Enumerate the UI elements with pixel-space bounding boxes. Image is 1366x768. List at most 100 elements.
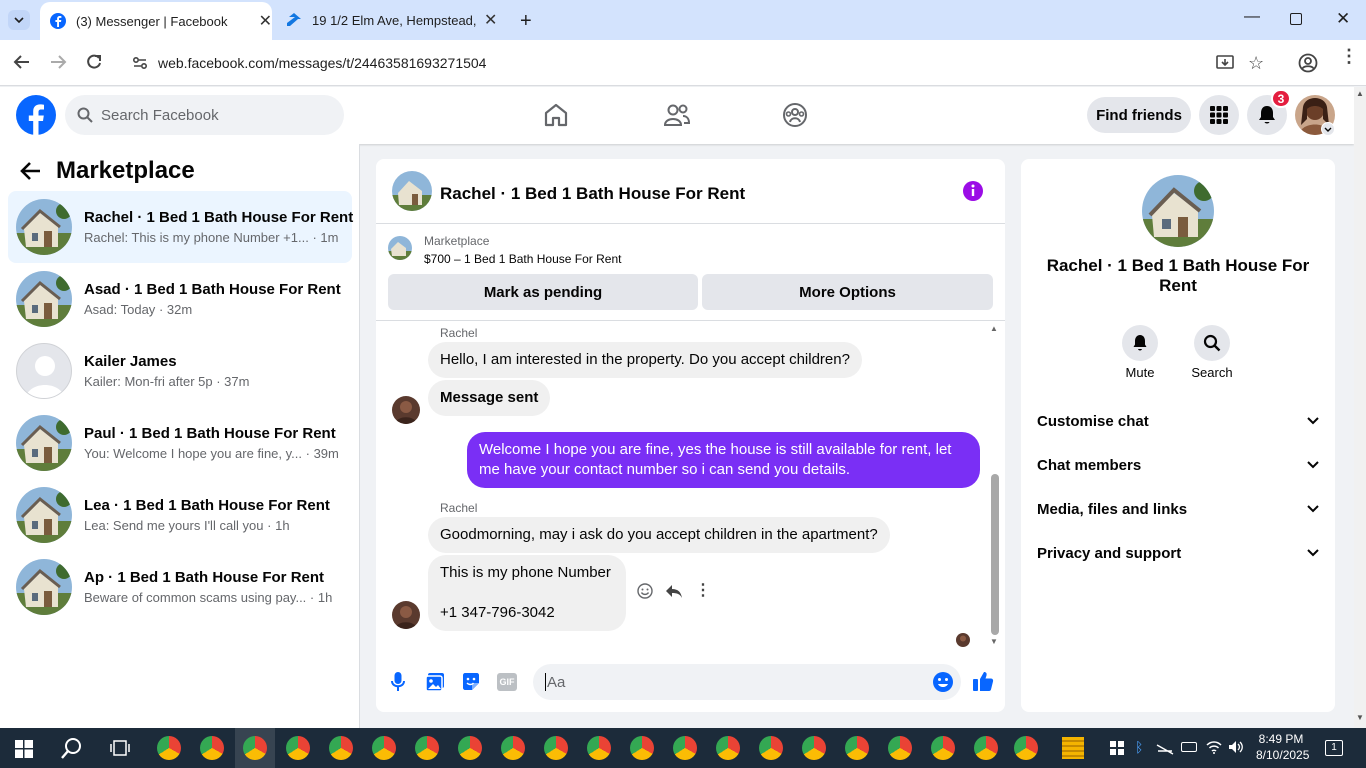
minimize-icon[interactable]: — xyxy=(1244,8,1260,26)
chrome-taskbar-icon[interactable] xyxy=(286,736,310,760)
photo-icon[interactable] xyxy=(425,672,445,692)
message-input[interactable]: Aa xyxy=(533,664,961,700)
chrome-taskbar-icon[interactable] xyxy=(673,736,697,760)
site-settings-icon[interactable] xyxy=(132,55,148,71)
sender-avatar[interactable] xyxy=(392,396,420,424)
mark-as-pending-button[interactable]: Mark as pending xyxy=(388,274,698,310)
close-window-icon[interactable]: ✕ xyxy=(1336,9,1350,29)
friends-icon[interactable] xyxy=(663,102,691,128)
mute-button[interactable] xyxy=(1122,325,1158,361)
forward-icon[interactable] xyxy=(48,52,68,72)
restore-icon[interactable] xyxy=(1290,13,1302,25)
notification-center-icon[interactable]: 1 xyxy=(1325,740,1343,756)
listing-description[interactable]: $700 – 1 Bed 1 Bath House For Rent xyxy=(424,252,621,266)
sender-avatar[interactable] xyxy=(392,601,420,629)
windows-start-icon[interactable] xyxy=(15,740,33,758)
chrome-taskbar-icon[interactable] xyxy=(587,736,611,760)
search-in-chat-button[interactable] xyxy=(1194,325,1230,361)
security-tray-icon[interactable] xyxy=(1110,741,1124,755)
received-message[interactable]: Goodmorning, may i ask do you accept chi… xyxy=(428,517,890,553)
scroll-up-icon[interactable]: ▲ xyxy=(1356,89,1364,98)
react-smiley-icon[interactable] xyxy=(637,583,653,599)
close-tab-icon[interactable]: ✕ xyxy=(484,10,497,30)
sticker-icon[interactable] xyxy=(461,672,481,692)
facebook-search-input[interactable]: Search Facebook xyxy=(65,95,344,135)
bluetooth-icon[interactable]: ᛒ xyxy=(1135,739,1143,755)
media-files-links-section[interactable]: Media, files and links xyxy=(1037,497,1319,521)
reply-icon[interactable] xyxy=(665,583,683,599)
chrome-taskbar-icon[interactable] xyxy=(501,736,525,760)
more-actions-icon[interactable]: ⋮ xyxy=(695,580,711,600)
chrome-taskbar-icon[interactable] xyxy=(1014,736,1038,760)
chat-profile-photo[interactable] xyxy=(1142,175,1214,247)
more-options-button[interactable]: More Options xyxy=(702,274,993,310)
scroll-down-icon[interactable]: ▼ xyxy=(1356,713,1364,722)
conversation-item[interactable]: Rachel · 1 Bed 1 Bath House For Rent Rac… xyxy=(8,191,353,263)
network-off-icon[interactable] xyxy=(1156,741,1174,755)
chat-scrollbar-thumb[interactable] xyxy=(991,474,999,635)
chrome-taskbar-icon[interactable] xyxy=(716,736,740,760)
received-message[interactable]: This is my phone Number +1 347-796-3042 xyxy=(428,555,626,631)
account-menu-chevron-icon[interactable] xyxy=(1321,122,1335,136)
find-friends-button[interactable]: Find friends xyxy=(1087,97,1191,133)
chat-avatar[interactable] xyxy=(392,171,432,211)
chrome-taskbar-icon[interactable] xyxy=(630,736,654,760)
chrome-taskbar-icon[interactable] xyxy=(974,736,998,760)
url-bar[interactable]: web.facebook.com/messages/t/244635816932… xyxy=(122,46,1282,80)
conversation-item[interactable]: Kailer James Kailer: Mon-fri after 5p · … xyxy=(8,335,352,407)
chrome-taskbar-icon[interactable] xyxy=(329,736,353,760)
taskbar-search-icon[interactable] xyxy=(61,737,83,759)
browser-menu-icon[interactable]: ⋮ xyxy=(1340,47,1358,65)
chrome-taskbar-icon[interactable] xyxy=(888,736,912,760)
volume-icon[interactable] xyxy=(1228,740,1244,754)
conversation-item[interactable]: Asad · 1 Bed 1 Bath House For Rent Asad:… xyxy=(8,263,352,335)
page-scrollbar[interactable]: ▲ ▼ xyxy=(1354,87,1366,728)
customise-chat-section[interactable]: Customise chat xyxy=(1037,409,1319,433)
chrome-taskbar-icon[interactable] xyxy=(415,736,439,760)
install-app-icon[interactable] xyxy=(1216,54,1234,72)
tab-search-button[interactable] xyxy=(8,10,30,30)
profile-icon[interactable] xyxy=(1298,53,1318,73)
chrome-taskbar-icon[interactable] xyxy=(243,736,267,760)
chrome-taskbar-icon[interactable] xyxy=(200,736,224,760)
facebook-logo[interactable] xyxy=(16,95,56,135)
info-icon[interactable] xyxy=(962,180,984,202)
wifi-icon[interactable] xyxy=(1206,740,1222,754)
system-clock[interactable]: 8:49 PM 8/10/2025 xyxy=(1256,731,1309,763)
microphone-icon[interactable] xyxy=(391,672,405,692)
groups-icon[interactable] xyxy=(782,102,808,128)
conversation-item[interactable]: Ap · 1 Bed 1 Bath House For Rent Beware … xyxy=(8,551,352,623)
chrome-taskbar-icon[interactable] xyxy=(544,736,568,760)
scroll-down-icon[interactable]: ▼ xyxy=(990,637,998,646)
conversation-item[interactable]: Paul · 1 Bed 1 Bath House For Rent You: … xyxy=(8,407,352,479)
chat-members-section[interactable]: Chat members xyxy=(1037,453,1319,477)
conversation-item[interactable]: Lea · 1 Bed 1 Bath House For Rent Lea: S… xyxy=(8,479,352,551)
chrome-taskbar-icon[interactable] xyxy=(802,736,826,760)
chat-title[interactable]: Rachel · 1 Bed 1 Bath House For Rent xyxy=(440,184,745,204)
back-arrow-icon[interactable] xyxy=(20,161,42,181)
reload-icon[interactable] xyxy=(84,52,104,72)
home-icon[interactable] xyxy=(543,102,569,128)
tab-messenger[interactable]: (3) Messenger | Facebook ✕ xyxy=(40,2,272,40)
scroll-up-icon[interactable]: ▲ xyxy=(990,324,998,333)
chrome-taskbar-icon[interactable] xyxy=(458,736,482,760)
bookmark-star-icon[interactable]: ☆ xyxy=(1248,53,1264,74)
battery-icon[interactable] xyxy=(1181,742,1197,752)
app-taskbar-icon[interactable] xyxy=(1062,737,1084,759)
thumbs-up-icon[interactable] xyxy=(972,670,994,692)
task-view-icon[interactable] xyxy=(110,740,130,756)
new-tab-icon[interactable]: + xyxy=(520,10,532,33)
menu-button[interactable] xyxy=(1199,95,1239,135)
close-tab-icon[interactable]: ✕ xyxy=(259,11,272,31)
sent-message[interactable]: Welcome I hope you are fine, yes the hou… xyxy=(467,432,980,488)
tab-zillow[interactable]: 19 1/2 Elm Ave, Hempstead, NY ✕ xyxy=(276,0,508,40)
emoji-icon[interactable] xyxy=(932,671,954,693)
chrome-taskbar-icon[interactable] xyxy=(759,736,783,760)
privacy-support-section[interactable]: Privacy and support xyxy=(1037,541,1319,565)
chrome-taskbar-icon[interactable] xyxy=(931,736,955,760)
chrome-taskbar-icon[interactable] xyxy=(372,736,396,760)
chrome-taskbar-icon[interactable] xyxy=(845,736,869,760)
back-icon[interactable] xyxy=(12,52,32,72)
received-message[interactable]: Hello, I am interested in the property. … xyxy=(428,342,862,378)
received-message[interactable]: Message sent xyxy=(428,380,551,416)
